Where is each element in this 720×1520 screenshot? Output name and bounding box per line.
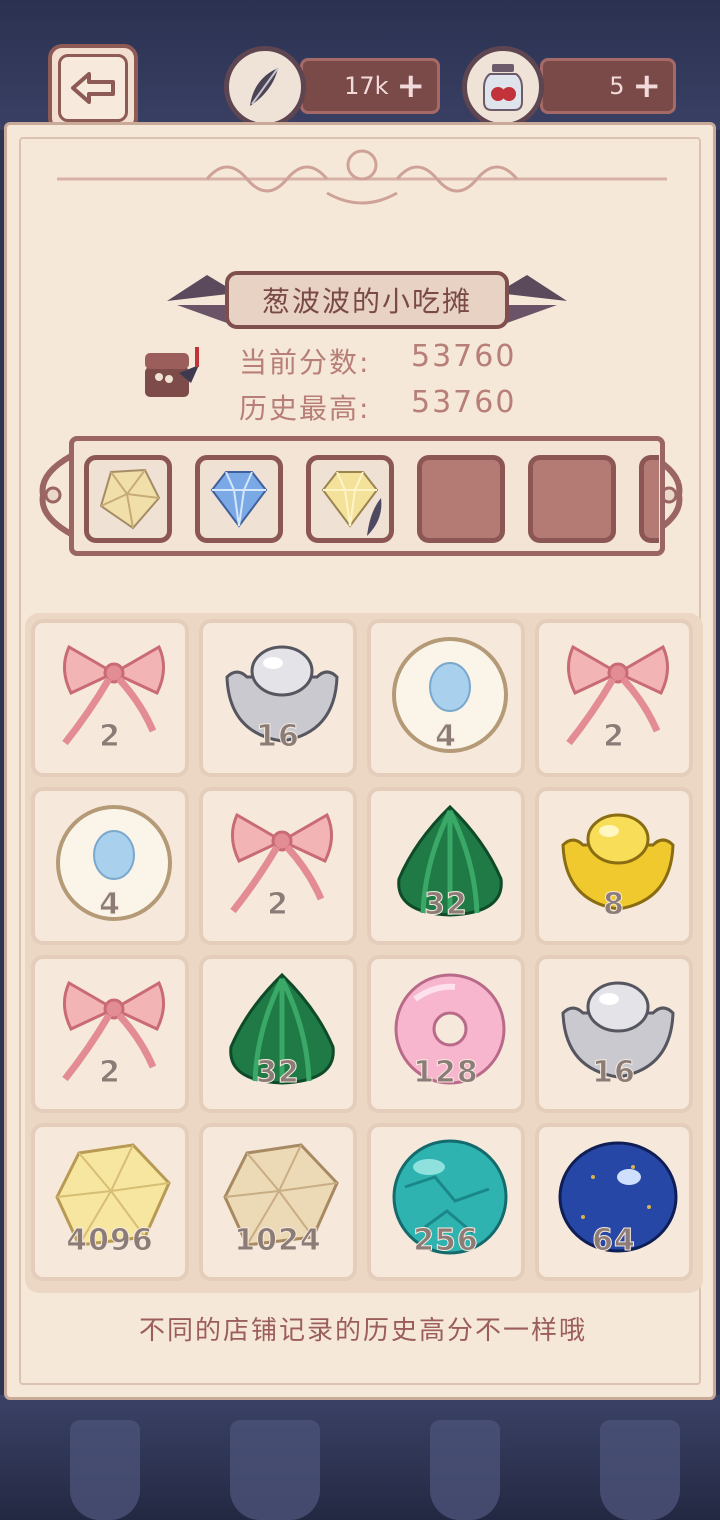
shop-title: 葱波波的小吃摊 [225,271,509,329]
shop-title-banner: 葱波波的小吃摊 [167,265,567,337]
grid-cell[interactable]: 1024 [199,1123,357,1281]
cell-value: 1024 [234,1223,322,1259]
best-score-label: 历史最高: [239,392,371,425]
cell-value: 256 [413,1223,479,1259]
current-score-value: 53760 [411,339,517,374]
berry-jar-icon [462,46,544,128]
cell-value: 128 [413,1055,479,1091]
jar-counter: 5 + [540,58,676,114]
grid-cell[interactable]: 2 [535,619,693,777]
footer-hint: 不同的店铺记录的历史高分不一样哦 [138,1316,587,1346]
item-grid: 2 16 4 2 4 2 32 8 2 32 128 16 4096 1024 … [25,613,703,1293]
cell-value: 32 [256,1055,300,1091]
feather-icon [224,46,306,128]
cave-rock [230,1420,320,1520]
score-panel: 葱波波的小吃摊 当前分数: 53760 历史最高: 53760 2 16 4 2… [4,122,716,1400]
treasure-box-icon [145,347,199,397]
feather-count: 17k [344,72,389,100]
yellow-crystal-icon [99,468,161,530]
grid-cell[interactable]: 32 [367,787,525,945]
grid-cell[interactable]: 2 [31,955,189,1113]
grid-cell[interactable]: 8 [535,787,693,945]
floral-ornament-icon [57,149,667,205]
cell-value: 16 [256,719,300,755]
cell-value: 2 [603,719,625,755]
cave-rock [600,1420,680,1520]
grid-cell[interactable]: 4096 [31,1123,189,1281]
current-score-label: 当前分数: [239,346,371,379]
cell-value: 4096 [66,1223,154,1259]
cell-value: 2 [99,719,121,755]
arrow-left-icon [71,72,115,104]
slot-empty [528,455,616,543]
yellow-diamond-icon [321,471,382,536]
cell-value: 64 [592,1223,636,1259]
add-feather-button[interactable]: + [397,69,426,103]
best-score-value: 53760 [411,385,517,420]
slot-yellow-crystal [84,455,172,543]
cell-value: 4 [99,887,121,923]
cave-rock [70,1420,140,1520]
grid-cell[interactable]: 128 [367,955,525,1113]
cell-value: 4 [435,719,457,755]
feather-counter: 17k + [300,58,440,114]
back-button-frame [58,54,128,122]
collection-slot-bar [69,436,665,556]
blue-diamond-icon [210,471,268,528]
grid-cell[interactable]: 2 [31,619,189,777]
back-button[interactable] [48,44,138,132]
cell-value: 2 [267,887,289,923]
cell-value: 32 [424,887,468,923]
grid-cell[interactable]: 16 [535,955,693,1113]
slot-empty [639,455,659,543]
cave-rock [430,1420,500,1520]
slot-yellow-diamond [306,455,394,543]
cell-value: 2 [99,1055,121,1091]
slot-blue-diamond [195,455,283,543]
cell-value: 16 [592,1055,636,1091]
grid-cell[interactable]: 4 [367,619,525,777]
slot-empty [417,455,505,543]
add-jar-button[interactable]: + [633,69,662,103]
jar-count: 5 [609,72,625,100]
cell-value: 8 [603,887,625,923]
grid-cell[interactable]: 16 [199,619,357,777]
grid-cell[interactable]: 4 [31,787,189,945]
grid-cell[interactable]: 64 [535,1123,693,1281]
grid-cell[interactable]: 2 [199,787,357,945]
grid-cell[interactable]: 32 [199,955,357,1113]
grid-cell[interactable]: 256 [367,1123,525,1281]
top-bar: 17k + 5 + [0,0,720,132]
